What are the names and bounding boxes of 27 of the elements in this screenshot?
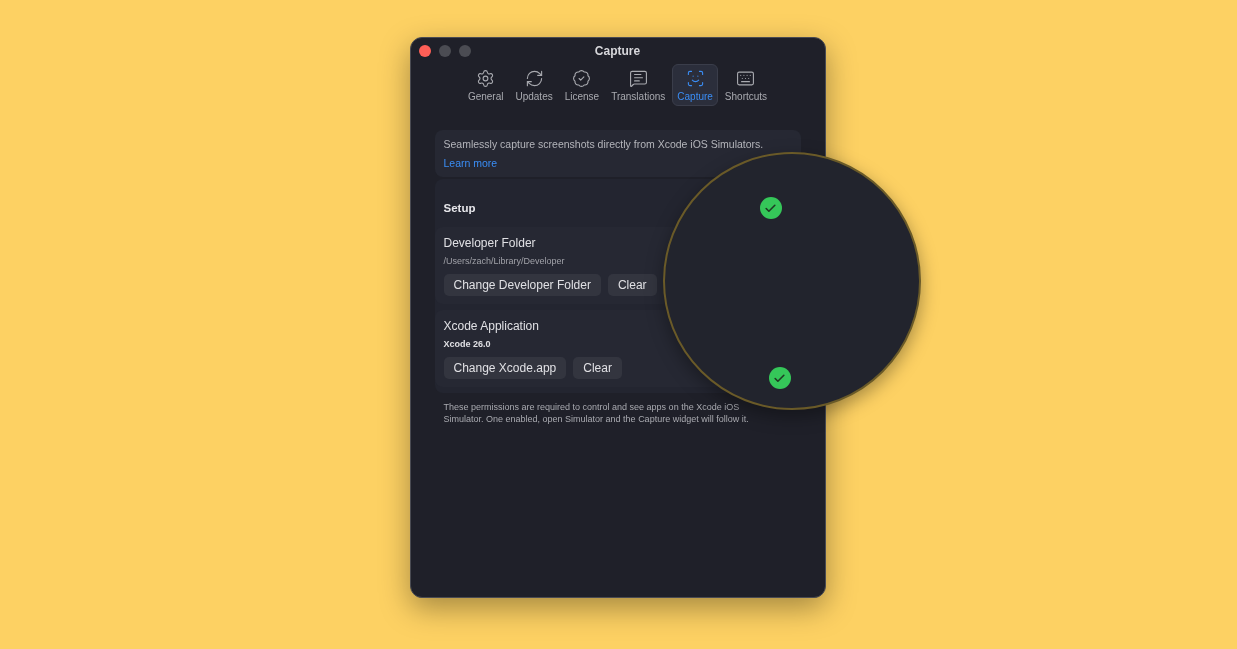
footnote-text: These permissions are required to control and see apps on the Xcode iOS Simulator. One enabled, open Simulator and the Capture widget will follow it. [443,401,750,426]
toolbar-tab[interactable]: License [559,64,605,106]
window-title: Capture [594,44,641,58]
toolbar-tab[interactable]: Capture [672,64,718,106]
toolbar-tab[interactable]: Updates [510,64,558,106]
close-button[interactable] [418,45,431,57]
section-title: Setup [443,202,476,214]
action-button[interactable]: Clear [573,357,622,379]
action-button[interactable]: Clear [607,274,657,296]
item-title: Developer Folder [443,236,537,250]
badge-check-icon [572,69,592,88]
action-button[interactable]: Change Xcode.app [443,357,567,379]
keyboard-icon [736,69,756,88]
gear-icon [476,69,496,88]
zoom-button[interactable] [458,45,471,57]
toolbar-tab[interactable]: General [462,64,509,106]
speech-bubble-icon [628,69,648,88]
toolbar-tab[interactable]: Shortcuts [719,64,773,106]
toolbar-tab[interactable]: Translations [606,64,671,106]
minimize-button[interactable] [438,45,451,57]
item-value: Xcode 26.0 [443,339,492,349]
refresh-icon [524,69,544,88]
item-value: /Users/zach/Library/Developer [443,256,566,266]
learn-more-link[interactable]: Learn more [443,157,498,169]
intro-text: Seamlessly capture screenshots directly from Xcode iOS Simulators. [443,138,765,150]
action-button[interactable]: Change Developer Folder [443,274,601,296]
item-title: Xcode Application [443,319,540,333]
